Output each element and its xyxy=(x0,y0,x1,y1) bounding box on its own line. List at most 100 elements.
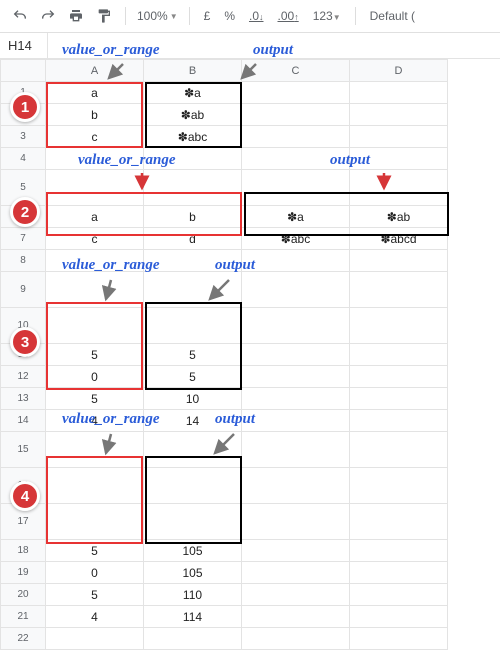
cell-A1[interactable]: a xyxy=(46,82,144,104)
paint-format-icon[interactable] xyxy=(94,6,114,26)
cell-D1[interactable] xyxy=(350,82,448,104)
cell-A7[interactable]: c xyxy=(46,228,144,250)
cell-D12[interactable] xyxy=(350,366,448,388)
row-header-21[interactable]: 21 xyxy=(1,606,46,628)
cell-C8[interactable] xyxy=(242,250,350,272)
cell-C14[interactable] xyxy=(242,410,350,432)
cell-C10[interactable] xyxy=(242,308,350,344)
cell-D5[interactable] xyxy=(350,170,448,206)
cell-C22[interactable] xyxy=(242,628,350,650)
cell-B20[interactable]: 110 xyxy=(144,584,242,606)
cell-C15[interactable] xyxy=(242,432,350,468)
spreadsheet-grid[interactable]: A B C D 1a✽a2b✽ab3c✽abc456ab✽a✽ab7cd✽abc… xyxy=(0,59,448,650)
row-header-11[interactable]: 11 xyxy=(1,344,46,366)
cell-C21[interactable] xyxy=(242,606,350,628)
cell-A19[interactable]: 0 xyxy=(46,562,144,584)
cell-C20[interactable] xyxy=(242,584,350,606)
row-header-9[interactable]: 9 xyxy=(1,272,46,308)
row-header-6[interactable]: 6 xyxy=(1,206,46,228)
cell-A20[interactable]: 5 xyxy=(46,584,144,606)
cell-C18[interactable] xyxy=(242,540,350,562)
cell-A12[interactable]: 0 xyxy=(46,366,144,388)
cell-D15[interactable] xyxy=(350,432,448,468)
cell-C12[interactable] xyxy=(242,366,350,388)
cell-C19[interactable] xyxy=(242,562,350,584)
row-header-14[interactable]: 14 xyxy=(1,410,46,432)
cell-C3[interactable] xyxy=(242,126,350,148)
cell-D20[interactable] xyxy=(350,584,448,606)
name-box[interactable]: H14 xyxy=(0,33,48,58)
cell-A18[interactable]: 5 xyxy=(46,540,144,562)
more-formats[interactable]: 123▼ xyxy=(310,9,344,23)
cell-A6[interactable]: a xyxy=(46,206,144,228)
cell-B18[interactable]: 105 xyxy=(144,540,242,562)
row-header-4[interactable]: 4 xyxy=(1,148,46,170)
cell-C17[interactable] xyxy=(242,504,350,540)
row-header-1[interactable]: 1 xyxy=(1,82,46,104)
cell-D4[interactable] xyxy=(350,148,448,170)
row-header-20[interactable]: 20 xyxy=(1,584,46,606)
percent-format[interactable]: % xyxy=(221,9,238,23)
cell-A21[interactable]: 4 xyxy=(46,606,144,628)
cell-B3[interactable]: ✽abc xyxy=(144,126,242,148)
cell-A10[interactable] xyxy=(46,308,144,344)
cell-D22[interactable] xyxy=(350,628,448,650)
cell-A22[interactable] xyxy=(46,628,144,650)
col-header-B[interactable]: B xyxy=(144,60,242,82)
cell-D6[interactable]: ✽ab xyxy=(350,206,448,228)
row-header-3[interactable]: 3 xyxy=(1,126,46,148)
cell-B17[interactable] xyxy=(144,504,242,540)
cell-B2[interactable]: ✽ab xyxy=(144,104,242,126)
font-dropdown[interactable]: Default ( xyxy=(367,9,418,23)
decrease-decimal[interactable]: .0↓ xyxy=(246,9,267,23)
cell-C6[interactable]: ✽a xyxy=(242,206,350,228)
cell-B15[interactable] xyxy=(144,432,242,468)
col-header-A[interactable]: A xyxy=(46,60,144,82)
cell-A4[interactable] xyxy=(46,148,144,170)
cell-B8[interactable] xyxy=(144,250,242,272)
cell-D9[interactable] xyxy=(350,272,448,308)
cell-B5[interactable] xyxy=(144,170,242,206)
cell-C5[interactable] xyxy=(242,170,350,206)
row-header-22[interactable]: 22 xyxy=(1,628,46,650)
cell-B4[interactable] xyxy=(144,148,242,170)
row-header-19[interactable]: 19 xyxy=(1,562,46,584)
row-header-7[interactable]: 7 xyxy=(1,228,46,250)
cell-B10[interactable] xyxy=(144,308,242,344)
redo-icon[interactable] xyxy=(38,6,58,26)
row-header-13[interactable]: 13 xyxy=(1,388,46,410)
cell-B21[interactable]: 114 xyxy=(144,606,242,628)
cell-A17[interactable] xyxy=(46,504,144,540)
cell-B12[interactable]: 5 xyxy=(144,366,242,388)
row-header-17[interactable]: 17 xyxy=(1,504,46,540)
cell-A3[interactable]: c xyxy=(46,126,144,148)
undo-icon[interactable] xyxy=(10,6,30,26)
cell-D7[interactable]: ✽abcd xyxy=(350,228,448,250)
cell-C2[interactable] xyxy=(242,104,350,126)
row-header-10[interactable]: 10 xyxy=(1,308,46,344)
row-header-12[interactable]: 12 xyxy=(1,366,46,388)
cell-C4[interactable] xyxy=(242,148,350,170)
cell-B11[interactable]: 5 xyxy=(144,344,242,366)
cell-D10[interactable] xyxy=(350,308,448,344)
select-all-corner[interactable] xyxy=(1,60,46,82)
col-header-C[interactable]: C xyxy=(242,60,350,82)
cell-B19[interactable]: 105 xyxy=(144,562,242,584)
increase-decimal[interactable]: .00↑ xyxy=(275,9,302,23)
cell-A11[interactable]: 5 xyxy=(46,344,144,366)
cell-D16[interactable] xyxy=(350,468,448,504)
row-header-2[interactable]: 2 xyxy=(1,104,46,126)
zoom-dropdown[interactable]: 100% ▼ xyxy=(137,9,178,23)
row-header-8[interactable]: 8 xyxy=(1,250,46,272)
cell-D2[interactable] xyxy=(350,104,448,126)
cell-B22[interactable] xyxy=(144,628,242,650)
cell-D21[interactable] xyxy=(350,606,448,628)
cell-B16[interactable] xyxy=(144,468,242,504)
row-header-15[interactable]: 15 xyxy=(1,432,46,468)
cell-D14[interactable] xyxy=(350,410,448,432)
cell-A14[interactable]: 4 xyxy=(46,410,144,432)
currency-format[interactable]: £ xyxy=(201,9,214,23)
cell-C13[interactable] xyxy=(242,388,350,410)
cell-A9[interactable] xyxy=(46,272,144,308)
cell-B1[interactable]: ✽a xyxy=(144,82,242,104)
